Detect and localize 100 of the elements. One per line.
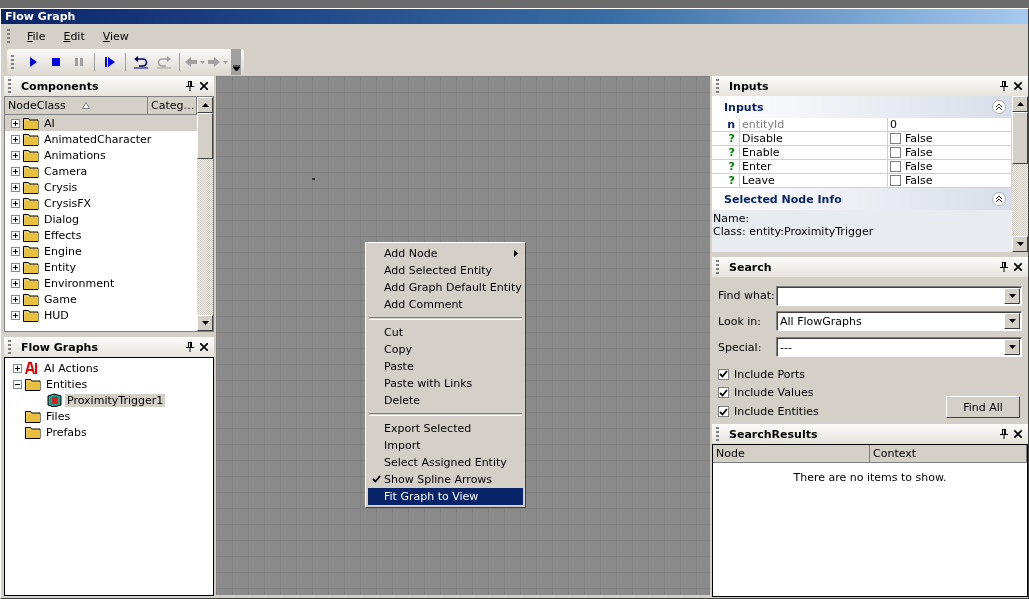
close-icon[interactable] [1014,263,1022,271]
entity-icon [47,393,62,407]
tree-item[interactable]: AI Actions [42,361,101,375]
tree-item[interactable]: AnimatedCharacter [42,132,154,146]
checkbox[interactable] [890,175,901,186]
window-title: Flow Graph [1,9,1028,24]
menu-item[interactable]: Edit [56,27,92,45]
expand-icon[interactable] [11,150,20,160]
tree-item[interactable]: Entities [44,377,90,391]
overflow-button[interactable] [231,49,241,75]
tree-item[interactable]: Game [42,292,79,306]
expand-icon[interactable] [11,310,20,320]
close-icon[interactable] [200,343,208,351]
menu-item[interactable]: Show Spline Arrows [368,471,523,488]
menu-item[interactable]: Delete [368,392,523,409]
menu-item[interactable]: File [20,27,53,45]
port-value[interactable]: False [905,132,933,145]
pin-icon[interactable] [1000,81,1008,91]
menu-item[interactable]: Paste with Links [368,375,523,392]
expand-icon[interactable] [11,134,20,144]
down-arrow-icon [1008,345,1016,349]
expand-icon[interactable] [11,166,20,176]
menu-item[interactable]: Add Selected Entity [368,262,523,279]
checkbox[interactable] [718,406,729,418]
checkbox[interactable] [718,387,729,399]
tree-item[interactable]: Animations [42,148,108,162]
folder-icon [23,292,39,306]
tree-item[interactable]: HUD [42,308,71,322]
folder-icon [23,116,39,130]
pin-icon[interactable] [186,81,194,91]
folder-icon [23,196,39,210]
expand-icon[interactable] [11,278,20,288]
menu-item[interactable]: Export Selected [368,420,523,437]
close-icon[interactable] [200,82,208,90]
tree-item[interactable]: ProximityTrigger1 [65,393,166,407]
expand-icon[interactable] [11,214,20,224]
menu-item[interactable]: Copy [368,341,523,358]
checkbox[interactable] [718,368,729,380]
port-value[interactable]: False [905,146,933,159]
checkbox[interactable] [890,147,901,158]
dropdown-field[interactable]: All FlowGraphs [776,311,1022,332]
scroll-thumb[interactable] [197,113,213,159]
pin-icon[interactable] [186,342,194,352]
pin-icon[interactable] [1000,429,1008,439]
menu-item[interactable]: Add Graph Default Entity [368,279,523,296]
expand-icon[interactable] [11,182,20,192]
tree-item[interactable]: Crysis [42,180,80,194]
checkbox[interactable] [890,161,901,172]
tree-item[interactable]: CrysisFX [42,196,94,210]
expand-icon[interactable] [11,118,20,128]
menu-item[interactable]: Select Assigned Entity [368,454,523,471]
dropdown-field[interactable]: --- [776,337,1022,357]
folder-icon [23,212,39,226]
port-value[interactable]: False [905,160,933,173]
close-icon[interactable] [1014,430,1022,438]
folder-icon [25,409,41,423]
column-header[interactable]: Context [870,445,1027,463]
port-value[interactable]: False [905,174,933,187]
menu-item[interactable]: Paste [368,358,523,375]
scrollbar[interactable] [197,97,213,331]
scrollbar[interactable] [1012,96,1028,252]
tree-item[interactable]: Effects [42,228,84,242]
tree-item[interactable]: AI [42,116,57,130]
close-icon[interactable] [1014,82,1022,90]
tree-item[interactable]: Camera [42,164,90,178]
checkbox-label: Include Entities [734,405,819,419]
find-all-button[interactable]: Find All [946,396,1020,418]
folder-icon [23,244,39,258]
graph-canvas[interactable]: Add Node Add Selected Entity Add Graph Default Entity Add Comment Cut Copy Paste Paste with Links Delete Export Selected Import Select Assigned Entity Show Spline Arrows Fit Graph to View [216,76,710,595]
tree-item[interactable]: Prefabs [44,425,89,439]
tree-item[interactable]: Engine [42,244,84,258]
down-arrow-icon [201,321,209,325]
field-label: Look in: [718,314,762,328]
tree-item[interactable]: Files [44,409,73,423]
tree-item[interactable]: Environment [42,276,117,290]
collapse-icon[interactable] [992,100,1006,114]
expand-icon[interactable] [11,198,20,208]
expand-icon[interactable] [11,262,20,272]
column-header[interactable]: Node [713,445,870,463]
menu-item[interactable]: Add Node [368,245,523,262]
menu-item[interactable]: Import [368,437,523,454]
tree-item[interactable]: Entity [42,260,79,274]
pin-icon[interactable] [1000,262,1008,272]
collapse-icon[interactable] [992,192,1006,206]
folder-icon [23,132,39,146]
menu-item[interactable]: Add Comment [368,296,523,313]
scroll-thumb[interactable] [1012,112,1028,164]
expand-icon[interactable] [11,294,20,304]
redo-icon [156,55,172,69]
dropdown-field[interactable] [776,285,1022,306]
menu-item[interactable]: View [95,27,136,45]
panel-title: Flow Graphs [21,340,99,354]
menu-item[interactable]: Cut [368,324,523,341]
collapse-icon[interactable] [13,379,22,389]
menu-item[interactable]: Fit Graph to View [368,488,523,505]
checkbox[interactable] [890,133,901,144]
tree-item[interactable]: Dialog [42,212,82,226]
expand-icon[interactable] [11,246,20,256]
expand-icon[interactable] [11,230,20,240]
expand-icon[interactable] [13,363,22,373]
